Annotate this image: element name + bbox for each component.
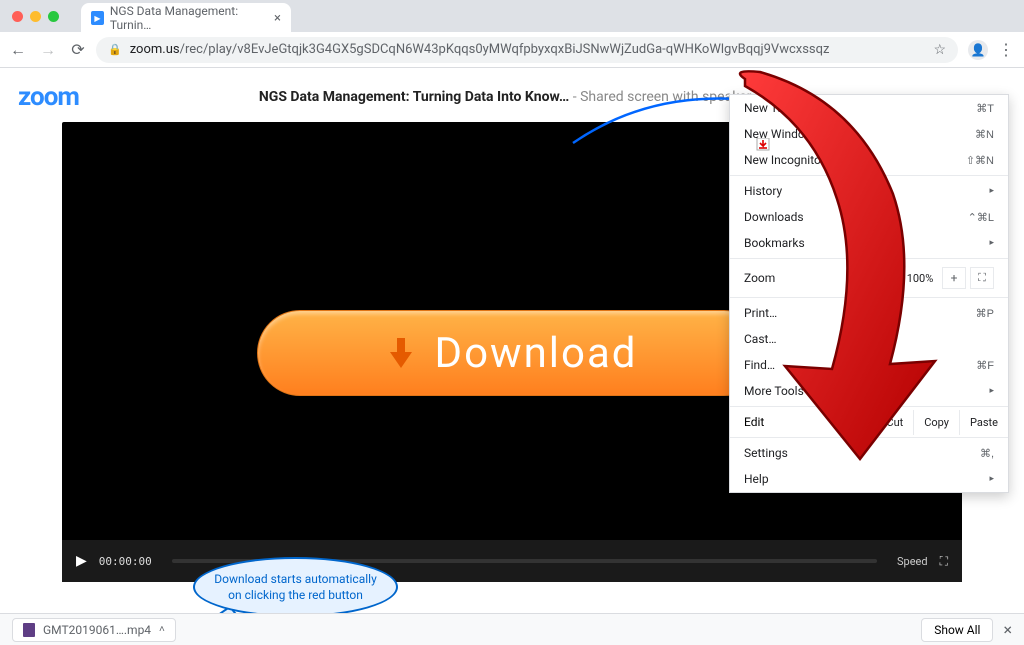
reload-button[interactable]: ⟳ — [70, 40, 86, 60]
tab-close-icon[interactable]: × — [274, 11, 281, 26]
profile-avatar-icon[interactable]: 👤 — [968, 40, 988, 60]
speed-button[interactable]: Speed — [897, 555, 928, 568]
chevron-up-icon[interactable]: ˄ — [159, 624, 165, 635]
maximize-window-icon[interactable] — [48, 11, 59, 22]
menu-copy[interactable]: Copy — [913, 410, 959, 435]
zoom-fullscreen-icon[interactable]: ⛶ — [970, 267, 994, 289]
address-bar: ← → ⟳ 🔒 zoom.us/rec/play/v8EvJeGtqjk3G4G… — [0, 32, 1024, 68]
bookmark-star-icon[interactable]: ☆ — [933, 42, 946, 58]
menu-cut[interactable]: Cut — [875, 410, 913, 435]
recording-title: NGS Data Management: Turning Data Into K… — [259, 89, 751, 105]
file-icon — [23, 623, 35, 637]
fullscreen-icon[interactable]: ⛶ — [940, 554, 948, 569]
tab-bar: ▶ NGS Data Management: Turnin… × — [0, 0, 1024, 32]
show-all-button[interactable]: Show All — [921, 618, 993, 642]
menu-paste[interactable]: Paste — [959, 410, 1008, 435]
tooltip-bubble: Download starts automatically on clickin… — [193, 557, 398, 617]
browser-menu-icon[interactable]: ⋮ — [998, 40, 1014, 59]
download-button-label: Download — [435, 329, 638, 378]
menu-find[interactable]: Find…⌘F — [730, 352, 1008, 378]
browser-right-controls: 👤 ⋮ — [968, 40, 1014, 60]
window-controls — [12, 11, 59, 22]
menu-settings[interactable]: Settings⌘, — [730, 440, 1008, 466]
back-button[interactable]: ← — [10, 40, 26, 60]
tab-title: NGS Data Management: Turnin… — [110, 4, 268, 32]
minimize-window-icon[interactable] — [30, 11, 41, 22]
menu-history[interactable]: History▸ — [730, 178, 1008, 204]
shelf-close-icon[interactable]: × — [1003, 620, 1012, 639]
download-recording-icon[interactable] — [755, 138, 771, 158]
menu-new-window[interactable]: New Window⌘N — [730, 121, 1008, 147]
forward-button[interactable]: → — [40, 40, 56, 60]
chrome-menu: New Tab⌘T New Window⌘N New Incognito Win… — [729, 94, 1009, 493]
menu-cast[interactable]: Cast… — [730, 326, 1008, 352]
browser-tab[interactable]: ▶ NGS Data Management: Turnin… × — [81, 3, 291, 33]
menu-zoom: Zoom − 100% + ⛶ — [730, 261, 1008, 295]
download-filename: GMT2019061….mp4 — [43, 623, 151, 637]
menu-bookmarks[interactable]: Bookmarks▸ — [730, 230, 1008, 256]
menu-new-incognito[interactable]: New Incognito Window⇧⌘N — [730, 147, 1008, 173]
download-arrow-icon — [387, 336, 415, 370]
play-button[interactable]: ▶ — [76, 553, 87, 569]
lock-icon: 🔒 — [108, 43, 122, 56]
downloads-shelf: GMT2019061….mp4 ˄ Show All × — [0, 613, 1024, 645]
url-host: zoom.us — [130, 42, 180, 57]
zoom-value: 100% — [898, 272, 942, 285]
browser-chrome: ▶ NGS Data Management: Turnin… × ← → ⟳ 🔒… — [0, 0, 1024, 68]
url-field[interactable]: 🔒 zoom.us/rec/play/v8EvJeGtqjk3G4GX5gSDC… — [96, 37, 958, 63]
zoom-out-button[interactable]: − — [874, 267, 898, 289]
close-window-icon[interactable] — [12, 11, 23, 22]
download-item[interactable]: GMT2019061….mp4 ˄ — [12, 618, 176, 642]
menu-downloads[interactable]: Downloads⌃⌘L — [730, 204, 1008, 230]
download-button[interactable]: Download — [257, 310, 767, 396]
menu-print[interactable]: Print…⌘P — [730, 300, 1008, 326]
zoom-in-button[interactable]: + — [942, 267, 966, 289]
menu-edit: Edit Cut Copy Paste — [730, 409, 1008, 435]
menu-more-tools[interactable]: More Tools▸ — [730, 378, 1008, 404]
tooltip-text: Download starts automatically on clickin… — [214, 572, 377, 602]
url-path: /rec/play/v8EvJeGtqjk3G4GX5gSDCqN6W43pKq… — [180, 42, 830, 57]
zoom-logo: zoom — [18, 82, 79, 112]
zoom-favicon-icon: ▶ — [91, 11, 104, 25]
video-timecode: 00:00:00 — [99, 555, 152, 568]
nav-buttons: ← → ⟳ — [10, 40, 86, 60]
menu-new-tab[interactable]: New Tab⌘T — [730, 95, 1008, 121]
menu-help[interactable]: Help▸ — [730, 466, 1008, 492]
video-controls: ▶ 00:00:00 Speed ⛶ — [62, 540, 962, 582]
